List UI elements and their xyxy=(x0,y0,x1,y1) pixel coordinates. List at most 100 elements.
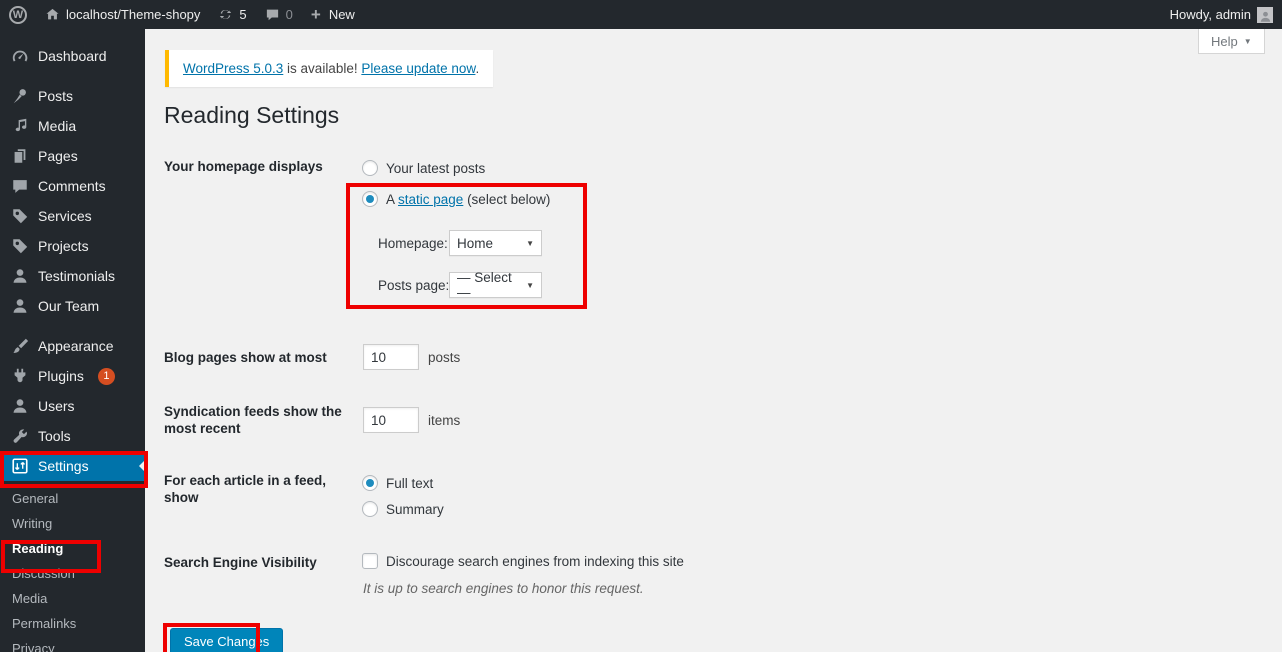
my-account-menu[interactable]: Howdy, admin xyxy=(1161,7,1282,23)
submenu-item-discussion[interactable]: Discussion xyxy=(0,561,145,586)
wordpress-logo-icon: W xyxy=(9,6,27,24)
sidebar-item-appearance[interactable]: Appearance xyxy=(0,331,145,361)
feed-article-label: For each article in a feed, show xyxy=(164,473,360,507)
static-page-radio[interactable] xyxy=(362,191,378,207)
sidebar-item-settings[interactable]: Settings xyxy=(0,451,145,481)
help-caret-icon: ▼ xyxy=(1244,37,1252,46)
wordpress-version-link[interactable]: WordPress 5.0.3 xyxy=(183,61,283,76)
homepage-select[interactable]: Home ▼ xyxy=(449,230,542,256)
comments-menu[interactable]: 0 xyxy=(256,0,302,29)
submenu-item-media[interactable]: Media xyxy=(0,586,145,611)
homepage-select-value: Home xyxy=(457,236,493,251)
sidebar-item-users[interactable]: Users xyxy=(0,391,145,421)
page-title: Reading Settings xyxy=(164,102,339,129)
sidebar-item-testimonials[interactable]: Testimonials xyxy=(0,261,145,291)
updates-menu[interactable]: 5 xyxy=(209,0,255,29)
summary-label: Summary xyxy=(386,502,444,517)
home-icon xyxy=(45,7,60,22)
sidebar-item-pages[interactable]: Pages xyxy=(0,141,145,171)
discourage-label: Discourage search engines from indexing … xyxy=(386,554,684,569)
settings-submenu: General Writing Reading Discussion Media… xyxy=(0,481,145,652)
full-text-radio[interactable] xyxy=(362,475,378,491)
users-person-icon xyxy=(11,397,29,415)
sidebar-item-label: Our Team xyxy=(38,298,99,314)
homepage-select-label: Homepage: xyxy=(378,236,448,251)
blog-pages-input[interactable] xyxy=(363,344,419,370)
menu-separator xyxy=(0,321,145,331)
static-suffix: (select below) xyxy=(463,192,550,207)
posts-page-select[interactable]: — Select — ▼ xyxy=(449,272,542,298)
site-menu[interactable]: localhost/Theme-shopy xyxy=(36,0,209,29)
pages-icon xyxy=(11,147,29,165)
plugins-update-badge: 1 xyxy=(98,368,115,385)
sidebar-item-label: Users xyxy=(38,398,75,414)
summary-radio[interactable] xyxy=(362,501,378,517)
dashboard-icon xyxy=(11,47,29,65)
services-tag-icon xyxy=(11,207,29,225)
homepage-displays-label: Your homepage displays xyxy=(164,159,360,176)
menu-separator xyxy=(0,71,145,81)
sidebar-item-comments[interactable]: Comments xyxy=(0,171,145,201)
submenu-item-general[interactable]: General xyxy=(0,486,145,511)
help-tab[interactable]: Help ▼ xyxy=(1198,29,1265,54)
sidebar-item-services[interactable]: Services xyxy=(0,201,145,231)
sidebar-item-label: Projects xyxy=(38,238,89,254)
sidebar-item-posts[interactable]: Posts xyxy=(0,81,145,111)
sidebar-item-media[interactable]: Media xyxy=(0,111,145,141)
posts-pin-icon xyxy=(11,87,29,105)
full-text-option: Full text xyxy=(362,475,433,491)
admin-sidebar: Dashboard Posts Media Pages Comments Ser… xyxy=(0,29,145,652)
submenu-item-permalinks[interactable]: Permalinks xyxy=(0,611,145,636)
submenu-item-writing[interactable]: Writing xyxy=(0,511,145,536)
sidebar-item-dashboard[interactable]: Dashboard xyxy=(0,41,145,71)
dropdown-caret-icon: ▼ xyxy=(526,281,534,290)
latest-posts-option: Your latest posts xyxy=(362,160,485,176)
media-icon xyxy=(11,117,29,135)
sidebar-item-label: Plugins xyxy=(38,368,84,384)
sidebar-item-our-team[interactable]: Our Team xyxy=(0,291,145,321)
latest-posts-radio[interactable] xyxy=(362,160,378,176)
syndication-input[interactable] xyxy=(363,407,419,433)
current-menu-arrow xyxy=(133,460,145,472)
settings-sliders-icon xyxy=(11,457,29,475)
posts-page-select-label: Posts page: xyxy=(378,278,449,293)
appearance-brush-icon xyxy=(11,337,29,355)
new-menu[interactable]: + New xyxy=(302,0,364,29)
summary-option: Summary xyxy=(362,501,444,517)
our-team-person-icon xyxy=(11,297,29,315)
search-visibility-label: Search Engine Visibility xyxy=(164,555,360,572)
syndication-label: Syndication feeds show the most recent xyxy=(164,404,360,438)
help-label: Help xyxy=(1211,34,1238,49)
comments-icon xyxy=(265,7,280,22)
full-text-label: Full text xyxy=(386,476,433,491)
update-notice: WordPress 5.0.3 is available! Please upd… xyxy=(165,50,493,87)
plus-icon: + xyxy=(311,6,321,23)
plugins-plug-icon xyxy=(11,367,29,385)
notice-text: is available! xyxy=(283,61,361,76)
sidebar-item-label: Services xyxy=(38,208,92,224)
sidebar-item-tools[interactable]: Tools xyxy=(0,421,145,451)
discourage-checkbox[interactable] xyxy=(362,553,378,569)
dropdown-caret-icon: ▼ xyxy=(526,239,534,248)
blog-pages-label: Blog pages show at most xyxy=(164,350,360,367)
submenu-item-privacy[interactable]: Privacy xyxy=(0,636,145,652)
static-page-link[interactable]: static page xyxy=(398,192,463,207)
projects-tag-icon xyxy=(11,237,29,255)
site-name: localhost/Theme-shopy xyxy=(66,7,200,22)
sidebar-item-label: Pages xyxy=(38,148,78,164)
syndication-suffix: items xyxy=(428,413,460,428)
static-prefix: A xyxy=(386,192,398,207)
search-visibility-note: It is up to search engines to honor this… xyxy=(363,581,644,596)
save-changes-button[interactable]: Save Changes xyxy=(170,628,283,652)
static-page-label: A static page (select below) xyxy=(386,192,550,207)
submenu-item-reading[interactable]: Reading xyxy=(0,536,145,561)
sidebar-item-projects[interactable]: Projects xyxy=(0,231,145,261)
new-label: New xyxy=(329,7,355,22)
wp-logo-menu[interactable]: W xyxy=(0,0,36,29)
update-now-link[interactable]: Please update now xyxy=(361,61,475,76)
static-page-option: A static page (select below) xyxy=(362,191,550,207)
sidebar-item-label: Posts xyxy=(38,88,73,104)
comment-count: 0 xyxy=(286,7,293,22)
updates-icon xyxy=(218,7,233,22)
sidebar-item-plugins[interactable]: Plugins 1 xyxy=(0,361,145,391)
